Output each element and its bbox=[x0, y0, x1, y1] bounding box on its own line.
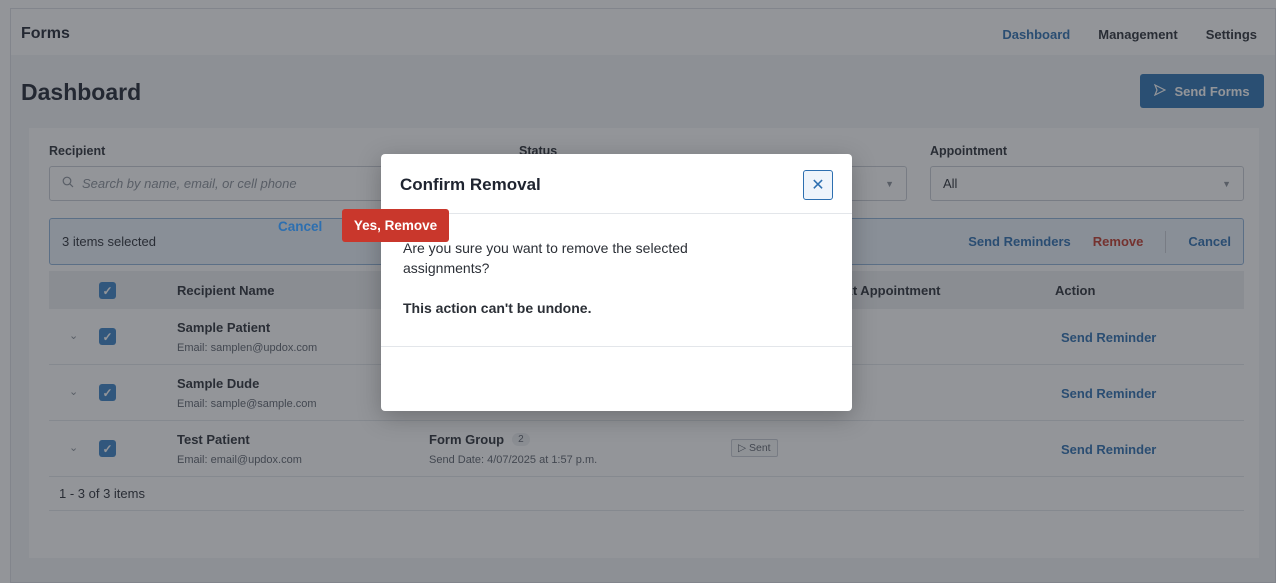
close-icon[interactable]: ✕ bbox=[803, 170, 833, 200]
dialog-warning: This action can't be undone. bbox=[403, 300, 592, 316]
dialog-footer bbox=[381, 347, 852, 410]
dialog-body: Are you sure you want to remove the sele… bbox=[381, 214, 852, 347]
dialog-title: Confirm Removal bbox=[400, 175, 541, 194]
yes-remove-button[interactable]: Yes, Remove bbox=[342, 209, 449, 242]
dialog-question: Are you sure you want to remove the sele… bbox=[403, 240, 688, 276]
confirm-removal-dialog: Confirm Removal ✕ Are you sure you want … bbox=[381, 154, 852, 411]
dialog-header: Confirm Removal ✕ bbox=[381, 154, 852, 214]
dialog-cancel-button[interactable]: Cancel bbox=[278, 219, 322, 234]
